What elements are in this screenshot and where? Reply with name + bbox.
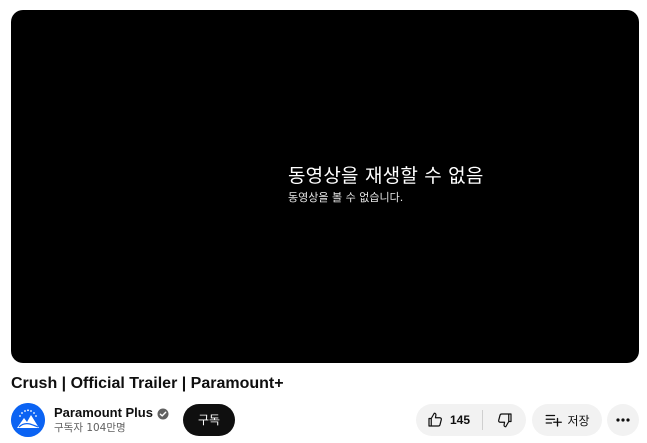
like-dislike-group: 145 bbox=[416, 404, 526, 436]
channel-name[interactable]: Paramount Plus bbox=[54, 404, 169, 421]
thumbs-down-icon bbox=[497, 413, 512, 428]
dislike-button[interactable] bbox=[483, 404, 526, 436]
like-button[interactable]: 145 bbox=[416, 404, 482, 436]
channel-avatar[interactable] bbox=[11, 403, 45, 437]
player-error-title: 동영상을 재생할 수 없음 bbox=[288, 165, 484, 187]
player-error-subtitle: 동영상을 볼 수 없습니다. bbox=[288, 191, 404, 204]
verified-check-icon bbox=[157, 407, 169, 419]
more-actions-button[interactable] bbox=[607, 404, 639, 436]
like-count: 145 bbox=[450, 413, 471, 427]
more-horizontal-icon bbox=[616, 418, 630, 422]
subscriber-count: 구독자 104만명 bbox=[54, 422, 126, 434]
thumbs-up-icon bbox=[428, 412, 442, 427]
video-title: Crush | Official Trailer | Paramount+ bbox=[11, 375, 284, 392]
video-player[interactable]: 동영상을 재생할 수 없음 동영상을 볼 수 없습니다. bbox=[11, 10, 639, 363]
paramount-logo-icon bbox=[11, 403, 45, 437]
save-label: 저장 bbox=[567, 413, 590, 428]
playlist-add-icon bbox=[546, 414, 563, 427]
youtube-watch-page: 동영상을 재생할 수 없음 동영상을 볼 수 없습니다. Crush | Off… bbox=[0, 0, 647, 443]
save-button[interactable]: 저장 bbox=[532, 404, 602, 436]
channel-name-text[interactable]: Paramount Plus bbox=[54, 404, 153, 421]
player-error-message: 동영상을 재생할 수 없음 동영상을 볼 수 없습니다. bbox=[288, 164, 484, 205]
subscribe-button[interactable]: 구독 bbox=[183, 404, 235, 436]
